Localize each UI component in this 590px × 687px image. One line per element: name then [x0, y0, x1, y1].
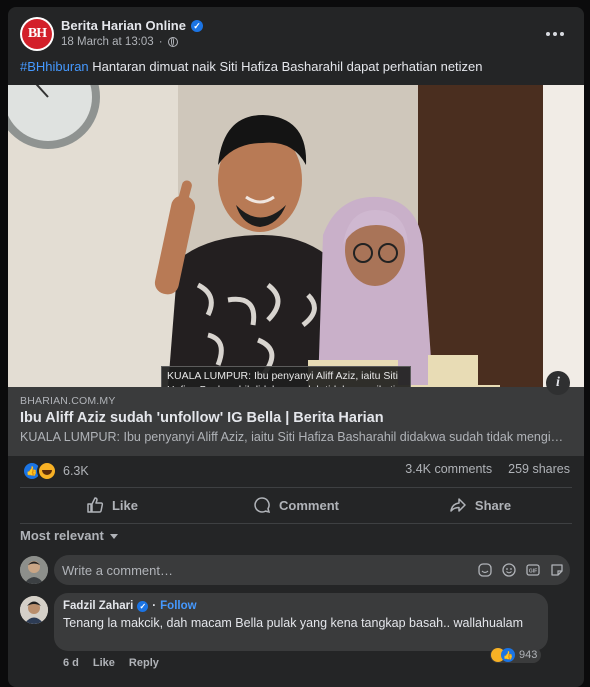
- caption-text: Hantaran dimuat naik Siti Hafiza Bashara…: [88, 59, 483, 74]
- post-photo[interactable]: KUALA LUMPUR: Ibu penyanyi Aliff Aziz, i…: [8, 85, 584, 387]
- comment-input[interactable]: [62, 555, 442, 585]
- share-label: Share: [474, 497, 512, 513]
- page-name-row: Berita Harian Online ✓: [61, 18, 203, 33]
- haha-reaction-icon: [37, 461, 57, 481]
- comment-reaction-count: 943: [519, 649, 538, 661]
- smiley-icon[interactable]: [502, 563, 516, 577]
- dot-icon: [546, 32, 550, 36]
- post-caption: #BHhiburan Hantaran dimuat naik Siti Haf…: [20, 59, 483, 74]
- comment-sort-dropdown[interactable]: Most relevant: [20, 528, 118, 543]
- commenter-row: Fadzil Zahari ✓ · Follow: [63, 600, 197, 612]
- commenter-avatar[interactable]: [20, 596, 48, 624]
- post-date[interactable]: 18 March at 13:03: [61, 36, 154, 48]
- comment-reactions[interactable]: 👍 943: [490, 647, 542, 663]
- link-title[interactable]: Ibu Aliff Aziz sudah 'unfollow' IG Bella…: [20, 410, 384, 426]
- page-name[interactable]: Berita Harian Online: [61, 18, 186, 33]
- info-icon[interactable]: i: [546, 371, 570, 395]
- link-domain: BHARIAN.COM.MY: [20, 395, 116, 407]
- comment-button[interactable]: Comment: [204, 489, 388, 521]
- comment-actions: 6 d Like Reply: [63, 657, 159, 669]
- hashtag-link[interactable]: #BHhiburan: [20, 59, 89, 74]
- post-card: BH Berita Harian Online ✓ 18 March at 13…: [8, 7, 584, 687]
- page-logo: BH: [22, 19, 52, 49]
- more-options-button[interactable]: [543, 28, 567, 40]
- comment-bubble: Fadzil Zahari ✓ · Follow Tenang la makci…: [54, 593, 548, 651]
- sort-label: Most relevant: [20, 528, 104, 543]
- sticker-icon[interactable]: [550, 563, 564, 577]
- reaction-summary[interactable]: 👍 6.3K: [22, 461, 89, 481]
- photo-illustration: [8, 85, 584, 387]
- like-label: Like: [111, 497, 138, 513]
- commenter-name[interactable]: Fadzil Zahari: [63, 600, 133, 612]
- meta-separator: ·: [158, 36, 163, 48]
- link-description: KUALA LUMPUR: Ibu penyanyi Aliff Aziz, i…: [20, 430, 565, 444]
- caret-down-icon: [109, 534, 118, 539]
- like-reaction-icon: 👍: [501, 648, 515, 662]
- user-photo: [20, 556, 48, 584]
- speech-bubble-icon: [254, 497, 271, 514]
- user-avatar[interactable]: [20, 556, 48, 584]
- dot-icon: [560, 32, 564, 36]
- comment-reply-link[interactable]: Reply: [129, 657, 159, 669]
- commenter-photo: [20, 596, 48, 624]
- svg-text:GIF: GIF: [529, 569, 537, 575]
- comment-text: Tenang la makcik, dah macam Bella pulak …: [63, 616, 523, 630]
- share-button[interactable]: Share: [388, 489, 572, 521]
- verified-badge-icon: ✓: [190, 19, 203, 32]
- reaction-count: 6.3K: [63, 464, 89, 478]
- comment-count[interactable]: 3.4K comments: [405, 462, 492, 476]
- verified-badge-icon: ✓: [137, 600, 149, 612]
- gif-icon[interactable]: GIF: [526, 563, 540, 577]
- post-meta: 18 March at 13:03 ·: [61, 36, 178, 48]
- share-count[interactable]: 259 shares: [508, 462, 570, 476]
- dot-icon: [553, 32, 557, 36]
- image-caption-overlay: KUALA LUMPUR: Ibu penyanyi Aliff Aziz, i…: [161, 366, 411, 387]
- follow-link[interactable]: Follow: [160, 600, 196, 612]
- engagement-counts: 3.4K comments 259 shares: [405, 462, 570, 476]
- divider: [20, 487, 572, 488]
- share-arrow-icon: [450, 498, 466, 512]
- thumbs-up-icon: [87, 497, 104, 513]
- comment-label: Comment: [279, 497, 339, 513]
- like-button[interactable]: Like: [20, 489, 204, 521]
- comment-like-link[interactable]: Like: [93, 657, 115, 669]
- comment-composer[interactable]: GIF: [54, 555, 570, 585]
- globe-icon: [167, 37, 178, 47]
- follow-separator: ·: [152, 600, 157, 612]
- emoji-sticker-icon[interactable]: [478, 563, 492, 577]
- page-avatar[interactable]: BH: [20, 17, 54, 51]
- comment-time[interactable]: 6 d: [63, 657, 79, 669]
- divider: [20, 523, 572, 524]
